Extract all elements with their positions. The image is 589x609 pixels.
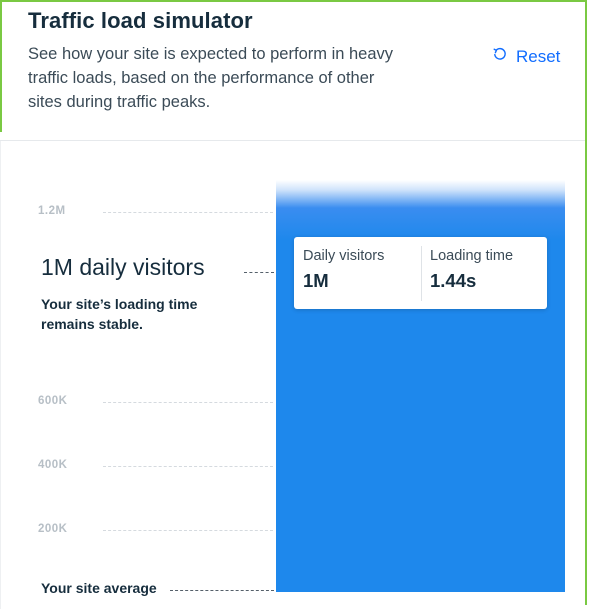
current-visitors-label: 1M daily visitors — [41, 254, 205, 280]
header-divider — [0, 140, 585, 141]
reset-button[interactable]: Reset — [492, 46, 560, 67]
gridline — [103, 466, 273, 467]
loading-status-text: Your site’s loading time remains stable. — [41, 296, 198, 332]
loading-metric-value: 1.44s — [430, 270, 477, 291]
reset-icon — [492, 46, 508, 67]
tick-label-1.2m: 1.2M — [38, 205, 66, 217]
card-title: Traffic load simulator — [28, 8, 253, 33]
left-border — [0, 141, 1, 609]
tick-label-600k: 600K — [38, 395, 68, 407]
visitors-metric-label: Daily visitors — [303, 248, 385, 264]
current-level-dash — [244, 272, 274, 273]
card-description: See how your site is expected to perform… — [28, 45, 394, 111]
gridline — [103, 530, 273, 531]
visitors-metric-value: 1M — [303, 270, 329, 291]
site-average-label: Your site average — [41, 580, 157, 596]
loading-metric: Loading time 1.44s — [430, 248, 513, 292]
gridline — [103, 212, 273, 213]
reset-label: Reset — [516, 46, 561, 66]
traffic-simulator-card: Traffic load simulator See how your site… — [0, 0, 587, 609]
tooltip-divider — [421, 246, 422, 301]
tick-label-400k: 400K — [38, 459, 68, 471]
metrics-tooltip: Daily visitors 1M Loading time 1.44s — [294, 237, 547, 309]
gridline — [103, 402, 273, 403]
tick-label-200k: 200K — [38, 523, 68, 535]
site-average-dash — [170, 590, 274, 591]
visitors-metric: Daily visitors 1M — [303, 248, 384, 292]
loading-metric-label: Loading time — [430, 248, 514, 264]
